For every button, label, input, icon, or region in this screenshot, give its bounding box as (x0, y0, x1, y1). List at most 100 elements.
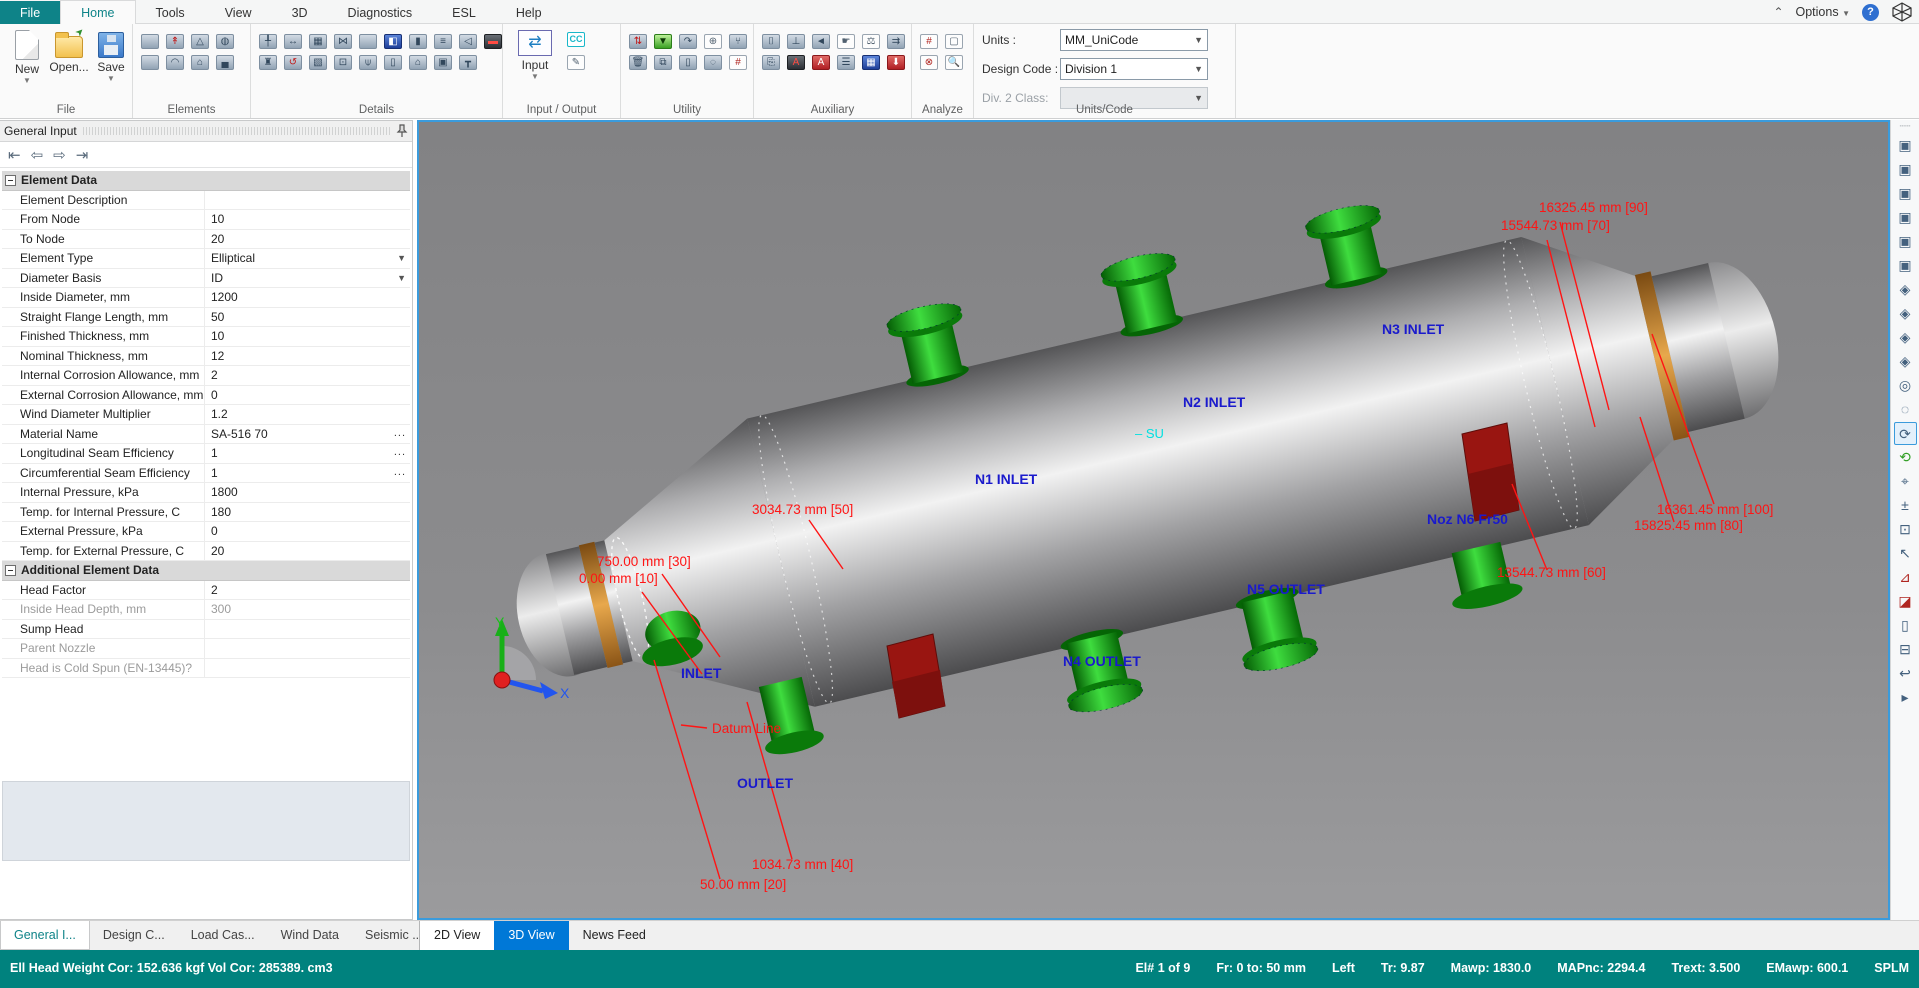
cc-toggle-icon[interactable]: CC (567, 32, 585, 47)
zoom-extents-icon[interactable]: ◎ (1894, 374, 1917, 397)
elliptical-head-element-icon[interactable]: ◠ (166, 55, 184, 70)
split-element-icon[interactable]: ⑂ (729, 34, 747, 49)
view-front-cube-icon[interactable]: ▣ (1894, 134, 1917, 157)
grid-row-value[interactable] (205, 620, 410, 639)
acrobat-icon[interactable]: A (787, 55, 805, 70)
view-top-cube-icon[interactable]: ▣ (1894, 230, 1917, 253)
grid-row-value[interactable] (205, 659, 410, 678)
view-tab-3d-view[interactable]: 3D View (494, 921, 568, 950)
zoom-window-icon[interactable]: ◌ (1894, 398, 1917, 421)
next-element-button[interactable]: ⇨ (53, 146, 66, 164)
panel-tab-general-i-[interactable]: General I... (0, 921, 90, 950)
access-icon[interactable]: A (812, 55, 830, 70)
vessel-assembly[interactable] (470, 122, 1825, 835)
ellipsis-button[interactable]: ... (394, 446, 406, 463)
ellipsis-button[interactable]: ... (394, 466, 406, 483)
menu-tab-esl[interactable]: ESL (432, 1, 496, 25)
pdf-export-icon[interactable]: ⬇ (887, 55, 905, 70)
copy-element-icon[interactable]: ⧉ (654, 55, 672, 70)
grid-section-header[interactable]: Additional Element Data (2, 561, 410, 581)
grid-row-value[interactable]: 1800 (205, 483, 410, 502)
grid-row-value[interactable] (205, 191, 410, 210)
grid-row-value[interactable]: 0 (205, 522, 410, 541)
save-button[interactable]: Save▼ (90, 28, 132, 83)
grid-row-value[interactable]: 20 (205, 230, 410, 249)
input-button[interactable]: ⇄ Input ▼ (509, 28, 561, 81)
grid-row[interactable]: Temp. for Internal Pressure, C180 (2, 503, 410, 523)
collapse-icon[interactable] (5, 175, 16, 186)
grid-row[interactable]: Element TypeElliptical▼ (2, 249, 410, 269)
delete-element-icon[interactable]: 🗑 (629, 55, 647, 70)
flat-head-element-icon[interactable] (141, 55, 159, 70)
units-select[interactable]: MM_UniCode▼ (1060, 29, 1208, 51)
first-element-button[interactable]: ⇤ (8, 146, 21, 164)
help-icon[interactable]: ? (1862, 4, 1879, 21)
opening-detail-icon[interactable]: ▣ (434, 55, 452, 70)
saddle-detail-icon[interactable]: ⋈ (334, 34, 352, 49)
liquid-level-detail-icon[interactable]: ◧ (384, 34, 402, 49)
view-left-cube-icon[interactable]: ▣ (1894, 182, 1917, 205)
grid-row-value[interactable]: 1... (205, 444, 410, 463)
menu-tab-help[interactable]: Help (496, 1, 562, 25)
pan-icon[interactable]: ⌖ (1894, 470, 1917, 493)
grid-row-value[interactable]: 0 (205, 386, 410, 405)
menu-tab-3d[interactable]: 3D (272, 1, 328, 25)
tee-detail-icon[interactable]: ┳ (459, 55, 477, 70)
brace-detail-icon[interactable]: ▧ (309, 55, 327, 70)
dropdown-caret-icon[interactable]: ▼ (90, 74, 132, 83)
refresh-list-icon[interactable]: ⇉ (887, 34, 905, 49)
select-region-icon[interactable]: ◌ (704, 55, 722, 70)
tray-detail-icon[interactable]: ≡ (434, 34, 452, 49)
grid-row-value[interactable]: 50 (205, 308, 410, 327)
preview-report-icon[interactable]: 🔍 (945, 55, 963, 70)
design-code-select[interactable]: Division 1▼ (1060, 58, 1208, 80)
grid-row[interactable]: Finished Thickness, mm10 (2, 327, 410, 347)
options-button[interactable]: Options ▼ (1796, 5, 1851, 19)
basering-detail-icon[interactable]: ♜ (259, 55, 277, 70)
jacket-detail-icon[interactable]: ▯ (384, 55, 402, 70)
clip-detail-icon[interactable]: ◁ (459, 34, 477, 49)
rotate-view-icon[interactable]: ⟳ (1894, 422, 1917, 445)
send-aux-icon[interactable]: ◄ (812, 34, 830, 49)
flange-pair-detail-icon[interactable]: ↔ (284, 34, 302, 49)
filter-funnel-icon[interactable]: ▼ (654, 34, 672, 49)
grid-row-value[interactable]: 2 (205, 366, 410, 385)
section-view-icon[interactable]: ◪ (1894, 590, 1917, 613)
grid-row[interactable]: Parent Nozzle (2, 639, 410, 659)
measure-icon[interactable]: ⊿ (1894, 566, 1917, 589)
calculator-icon[interactable]: ▦ (862, 55, 880, 70)
stiffener-ring-detail-icon[interactable]: ▦ (309, 34, 327, 49)
lining-detail-icon[interactable] (359, 34, 377, 49)
grid-row-value[interactable]: 12 (205, 347, 410, 366)
menu-tab-tools[interactable]: Tools (136, 1, 205, 25)
dropdown-caret-icon[interactable]: ▼ (6, 76, 48, 85)
zoom-20-icon[interactable]: ⊕ (704, 34, 722, 49)
grid-row-value[interactable]: 10 (205, 327, 410, 346)
new-report-icon[interactable]: ▢ (945, 34, 963, 49)
flange-view-icon[interactable]: ⊟ (1894, 638, 1917, 661)
zoom-dynamic-icon[interactable]: ± (1894, 494, 1917, 517)
menu-tab-file[interactable]: File (0, 1, 60, 25)
grid-row-value[interactable]: 1.2 (205, 405, 410, 424)
menu-tab-view[interactable]: View (205, 1, 272, 25)
view-tab-2d-view[interactable]: 2D View (420, 921, 494, 950)
grid-row-value[interactable]: 1200 (205, 288, 410, 307)
grid-row-value[interactable]: 10 (205, 210, 410, 229)
grid-row[interactable]: Inside Head Depth, mm300 (2, 600, 410, 620)
grid-row[interactable]: Straight Flange Length, mm50 (2, 308, 410, 328)
column-aux-icon[interactable]: ⌷ (762, 34, 780, 49)
dropdown-caret-icon[interactable]: ▼ (397, 251, 406, 268)
menu-tab-diagnostics[interactable]: Diagnostics (328, 1, 433, 25)
iso-view-ne-icon[interactable]: ◈ (1894, 278, 1917, 301)
pick-hand-icon[interactable]: ☛ (837, 34, 855, 49)
grid-row[interactable]: To Node20 (2, 230, 410, 250)
basering-aux-icon[interactable]: ⊥ (787, 34, 805, 49)
ellipsis-button[interactable]: ... (394, 427, 406, 444)
iso-view-se-icon[interactable]: ◈ (1894, 326, 1917, 349)
grid-row[interactable]: Longitudinal Seam Efficiency1... (2, 444, 410, 464)
prev-element-button[interactable]: ⇦ (31, 146, 44, 164)
viewport-3d[interactable]: Y X 16325.45 mm [90]15544.73 mm [70]1636… (417, 120, 1890, 920)
analyze-run-icon[interactable]: # (920, 34, 938, 49)
rotate-element-icon[interactable]: ↷ (679, 34, 697, 49)
view-bottom-cube-icon[interactable]: ▣ (1894, 254, 1917, 277)
